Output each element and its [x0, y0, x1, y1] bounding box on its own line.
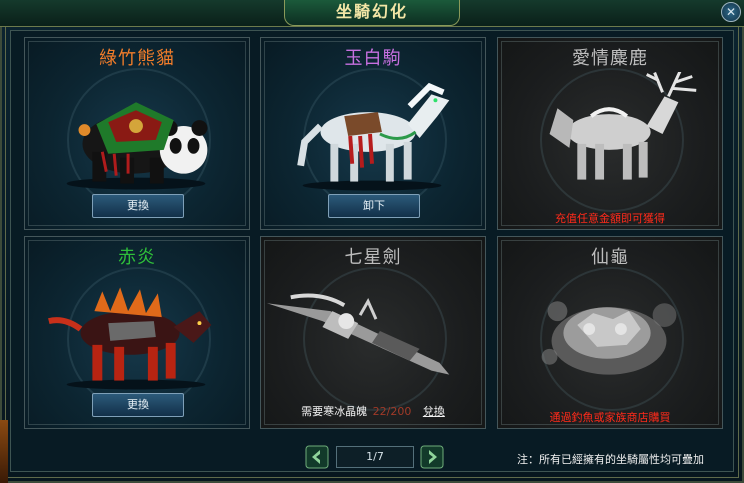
mount-card-green-bamboo-panda[interactable]: 綠竹熊貓 更換 — [24, 37, 250, 230]
mount-card-red-flame[interactable]: 赤炎 更換 — [24, 236, 250, 429]
mount-card-seven-star-sword[interactable]: 七星劍 需要寒冰晶魄 22/200 兌換 — [260, 236, 486, 429]
mount-name: 七星劍 — [344, 247, 402, 268]
window-title: 坐騎幻化 — [284, 0, 460, 26]
exchange-link[interactable]: 兌換 — [423, 405, 445, 418]
mount-name: 玉白駒 — [344, 48, 402, 69]
requirement-count: 22/200 — [372, 405, 412, 418]
change-mount-button[interactable]: 更換 — [92, 393, 184, 417]
unequip-mount-button[interactable]: 卸下 — [328, 194, 420, 218]
arrow-right-icon[interactable] — [420, 445, 444, 469]
mount-name: 綠竹熊貓 — [99, 48, 175, 69]
mount-name: 仙龜 — [591, 247, 629, 268]
mount-name: 愛情麋鹿 — [572, 48, 648, 69]
footer-note: 注：所有已經擁有的坐騎屬性均可疊加 — [517, 453, 704, 466]
mount-card-love-elk[interactable]: 愛情麋鹿 充值任意金額即可獲得 — [497, 37, 723, 230]
mount-card-jade-white-horse[interactable]: 玉白駒 卸下 — [260, 37, 486, 230]
elk-mount-image — [549, 72, 697, 180]
arrow-left-icon[interactable] — [305, 445, 329, 469]
flame-beast-mount-image — [48, 287, 212, 390]
requirement-text: 需要寒冰晶魄 — [301, 405, 368, 418]
page-indicator: 1/7 — [336, 446, 414, 468]
close-icon[interactable]: ✕ — [721, 2, 741, 22]
panda-mount-image — [66, 102, 208, 190]
obtain-note: 充值任意金額即可獲得 — [555, 212, 665, 225]
side-decoration — [0, 420, 8, 483]
mount-grid: 綠竹熊貓 更換 玉白駒 卸下 愛情麋鹿 充值任意金額即可獲得 赤炎 更換 七星劍… — [10, 30, 734, 472]
white-horse-mount-image — [297, 82, 450, 191]
requirement-row: 需要寒冰晶魄 22/200 兌換 — [261, 403, 485, 419]
obtain-note: 通過釣魚或家族商店購買 — [549, 411, 671, 424]
mount-card-immortal-turtle[interactable]: 仙龜 通過釣魚或家族商店購買 — [497, 236, 723, 429]
title-bar: 坐騎幻化 ✕ — [0, 0, 744, 27]
change-mount-button[interactable]: 更換 — [92, 194, 184, 218]
sword-mount-image — [266, 293, 450, 375]
mount-name: 赤炎 — [118, 247, 156, 268]
turtle-mount-image — [541, 301, 677, 375]
